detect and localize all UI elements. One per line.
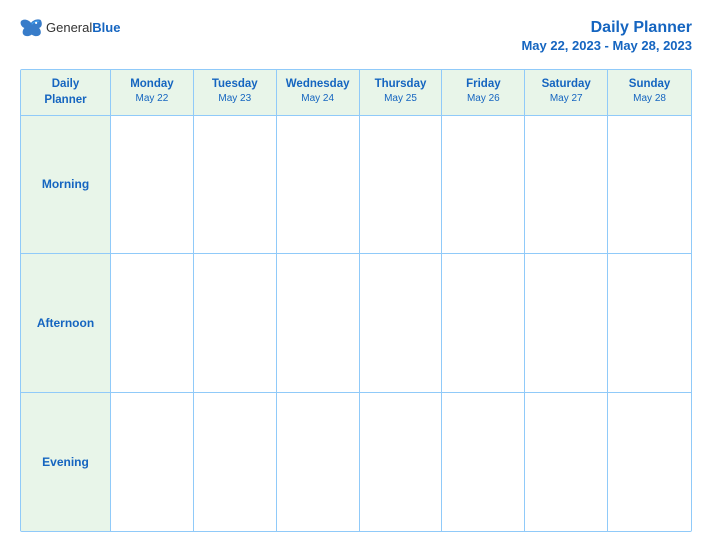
evening-tuesday[interactable]: [194, 393, 277, 531]
logo-general: General: [46, 20, 92, 35]
afternoon-tuesday[interactable]: [194, 254, 277, 392]
evening-row: Evening: [21, 393, 691, 531]
afternoon-thursday[interactable]: [360, 254, 443, 392]
logo-blue: Blue: [92, 20, 120, 35]
logo-area: GeneralBlue: [20, 18, 120, 38]
logo-bird-icon: [20, 18, 42, 38]
afternoon-row: Afternoon: [21, 254, 691, 393]
afternoon-sunday[interactable]: [608, 254, 691, 392]
header-friday: Friday May 26: [442, 70, 525, 114]
planner-title: Daily Planner: [521, 18, 692, 37]
evening-wednesday[interactable]: [277, 393, 360, 531]
morning-saturday[interactable]: [525, 116, 608, 254]
morning-label: Morning: [21, 116, 111, 254]
evening-thursday[interactable]: [360, 393, 443, 531]
evening-friday[interactable]: [442, 393, 525, 531]
header-monday: Monday May 22: [111, 70, 194, 114]
evening-sunday[interactable]: [608, 393, 691, 531]
calendar-header-row: DailyPlanner Monday May 22 Tuesday May 2…: [21, 70, 691, 115]
afternoon-wednesday[interactable]: [277, 254, 360, 392]
morning-wednesday[interactable]: [277, 116, 360, 254]
morning-monday[interactable]: [111, 116, 194, 254]
date-range: May 22, 2023 - May 28, 2023: [521, 37, 692, 55]
header-tuesday: Tuesday May 23: [194, 70, 277, 114]
header: GeneralBlue Daily Planner May 22, 2023 -…: [20, 18, 692, 55]
morning-friday[interactable]: [442, 116, 525, 254]
afternoon-monday[interactable]: [111, 254, 194, 392]
title-area: Daily Planner May 22, 2023 - May 28, 202…: [521, 18, 692, 55]
header-sunday: Sunday May 28: [608, 70, 691, 114]
evening-monday[interactable]: [111, 393, 194, 531]
calendar: DailyPlanner Monday May 22 Tuesday May 2…: [20, 69, 692, 532]
morning-row: Morning: [21, 116, 691, 255]
morning-thursday[interactable]: [360, 116, 443, 254]
afternoon-saturday[interactable]: [525, 254, 608, 392]
morning-sunday[interactable]: [608, 116, 691, 254]
page: GeneralBlue Daily Planner May 22, 2023 -…: [0, 0, 712, 550]
header-wednesday: Wednesday May 24: [277, 70, 360, 114]
afternoon-label: Afternoon: [21, 254, 111, 392]
morning-tuesday[interactable]: [194, 116, 277, 254]
logo-text: GeneralBlue: [46, 19, 120, 37]
evening-label: Evening: [21, 393, 111, 531]
header-daily-planner: DailyPlanner: [21, 70, 111, 114]
header-thursday: Thursday May 25: [360, 70, 443, 114]
header-saturday: Saturday May 27: [525, 70, 608, 114]
afternoon-friday[interactable]: [442, 254, 525, 392]
evening-saturday[interactable]: [525, 393, 608, 531]
calendar-body: Morning Afternoon: [21, 116, 691, 531]
